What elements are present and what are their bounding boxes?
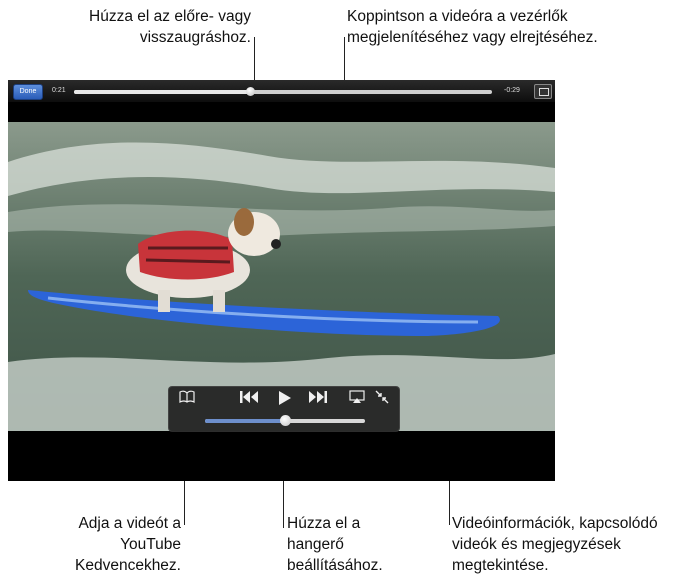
skip-back-icon[interactable] <box>237 390 261 410</box>
info-callout-line3: megtekintése. <box>452 557 549 574</box>
playback-controls <box>168 386 400 432</box>
tap-callout-line2: megjelenítéséhez vagy elrejtéséhez. <box>347 29 598 46</box>
aspect-fit-icon[interactable] <box>534 84 552 99</box>
surfing-dog-scene <box>8 122 555 431</box>
favorite-callout-line3: Kedvencekhez. <box>75 557 181 574</box>
open-book-icon[interactable] <box>177 390 197 410</box>
scrub-callout: Húzza el az előre- vagy visszaugráshoz. <box>60 6 251 48</box>
elapsed-time: 0:21 <box>52 87 66 94</box>
skip-forward-icon[interactable] <box>306 390 330 410</box>
scrubber-handle[interactable] <box>245 87 255 96</box>
info-callout: Videóinformációk, kapcsolódó videók és m… <box>452 513 658 576</box>
info-callout-line2: videók és megjegyzések <box>452 536 621 553</box>
done-button[interactable]: Done <box>13 84 43 100</box>
shrink-icon[interactable] <box>373 390 391 410</box>
video-frame[interactable] <box>8 122 555 431</box>
volume-slider[interactable] <box>205 415 365 426</box>
scrub-callout-line1: Húzza el az előre- vagy <box>89 8 251 25</box>
video-player[interactable]: Done 0:21 -0:29 <box>8 80 555 481</box>
volume-level-fill <box>205 419 285 423</box>
volume-handle[interactable] <box>280 415 291 426</box>
favorite-callout-line2: YouTube <box>120 536 181 553</box>
info-callout-line1: Videóinformációk, kapcsolódó <box>452 515 658 532</box>
volume-callout-line1: Húzza el a <box>287 515 361 532</box>
scrub-callout-line2: visszaugráshoz. <box>139 29 251 46</box>
favorite-callout-line1: Adja a videót a <box>78 515 181 532</box>
airplay-icon[interactable] <box>347 390 367 410</box>
volume-callout: Húzza el a hangerő beállításához. <box>287 513 383 576</box>
volume-callout-line3: beállításához. <box>287 557 383 574</box>
top-control-bar: Done 0:21 -0:29 <box>8 80 555 102</box>
tap-callout-line1: Koppintson a videóra a vezérlők <box>347 8 568 25</box>
playback-scrubber[interactable] <box>74 87 492 96</box>
tap-callout: Koppintson a videóra a vezérlők megjelen… <box>347 6 598 48</box>
play-icon[interactable] <box>272 390 296 412</box>
favorite-callout: Adja a videót a YouTube Kedvencekhez. <box>40 513 181 576</box>
volume-callout-line2: hangerő <box>287 536 344 553</box>
scrubber-progress <box>74 90 250 94</box>
remaining-time: -0:29 <box>504 87 520 94</box>
